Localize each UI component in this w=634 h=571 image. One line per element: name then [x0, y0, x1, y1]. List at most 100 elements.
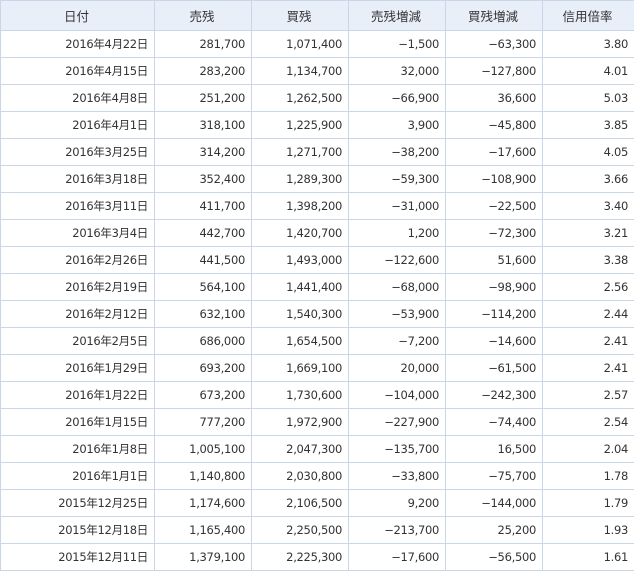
short-change-cell: −17,600	[349, 544, 446, 571]
long-balance-cell: 1,398,200	[252, 193, 349, 220]
long-change-cell: −127,800	[446, 58, 543, 85]
short-balance-cell: 1,379,100	[155, 544, 252, 571]
long-balance-cell: 2,225,300	[252, 544, 349, 571]
short-balance-cell: 564,100	[155, 274, 252, 301]
date-cell: 2016年1月22日	[1, 382, 155, 409]
table-row: 2016年1月15日777,2001,972,900−227,900−74,40…	[1, 409, 634, 436]
long-change-cell: 51,600	[446, 247, 543, 274]
margin-ratio-cell: 5.03	[543, 85, 634, 112]
long-change-cell: −242,300	[446, 382, 543, 409]
table-row: 2016年1月22日673,2001,730,600−104,000−242,3…	[1, 382, 634, 409]
long-change-cell: 36,600	[446, 85, 543, 112]
header-long-change: 買残増減	[446, 1, 543, 31]
long-change-cell: −108,900	[446, 166, 543, 193]
long-change-cell: 16,500	[446, 436, 543, 463]
long-change-cell: −74,400	[446, 409, 543, 436]
margin-ratio-cell: 4.01	[543, 58, 634, 85]
long-change-cell: −14,600	[446, 328, 543, 355]
margin-ratio-cell: 1.61	[543, 544, 634, 571]
long-change-cell: −114,200	[446, 301, 543, 328]
date-cell: 2016年3月18日	[1, 166, 155, 193]
header-row: 日付 売残 買残 売残増減 買残増減 信用倍率	[1, 1, 634, 31]
short-balance-cell: 693,200	[155, 355, 252, 382]
short-balance-cell: 281,700	[155, 31, 252, 58]
long-change-cell: −17,600	[446, 139, 543, 166]
long-balance-cell: 1,071,400	[252, 31, 349, 58]
margin-ratio-cell: 3.66	[543, 166, 634, 193]
date-cell: 2015年12月11日	[1, 544, 155, 571]
table-row: 2016年3月11日411,7001,398,200−31,000−22,500…	[1, 193, 634, 220]
long-balance-cell: 2,047,300	[252, 436, 349, 463]
margin-ratio-cell: 2.54	[543, 409, 634, 436]
table-row: 2016年1月1日1,140,8002,030,800−33,800−75,70…	[1, 463, 634, 490]
short-change-cell: −1,500	[349, 31, 446, 58]
long-balance-cell: 1,225,900	[252, 112, 349, 139]
long-balance-cell: 1,730,600	[252, 382, 349, 409]
table-row: 2016年2月12日632,1001,540,300−53,900−114,20…	[1, 301, 634, 328]
short-change-cell: −122,600	[349, 247, 446, 274]
long-balance-cell: 1,493,000	[252, 247, 349, 274]
table-row: 2016年2月5日686,0001,654,500−7,200−14,6002.…	[1, 328, 634, 355]
date-cell: 2016年2月19日	[1, 274, 155, 301]
margin-ratio-cell: 3.21	[543, 220, 634, 247]
date-cell: 2016年2月26日	[1, 247, 155, 274]
margin-ratio-cell: 1.93	[543, 517, 634, 544]
short-change-cell: −7,200	[349, 328, 446, 355]
long-balance-cell: 2,030,800	[252, 463, 349, 490]
date-cell: 2016年3月4日	[1, 220, 155, 247]
table-row: 2016年1月8日1,005,1002,047,300−135,70016,50…	[1, 436, 634, 463]
long-change-cell: −56,500	[446, 544, 543, 571]
short-change-cell: 20,000	[349, 355, 446, 382]
table-row: 2016年4月22日281,7001,071,400−1,500−63,3003…	[1, 31, 634, 58]
long-balance-cell: 1,669,100	[252, 355, 349, 382]
short-change-cell: 3,900	[349, 112, 446, 139]
table-row: 2016年2月19日564,1001,441,400−68,000−98,900…	[1, 274, 634, 301]
long-balance-cell: 2,106,500	[252, 490, 349, 517]
short-balance-cell: 411,700	[155, 193, 252, 220]
short-change-cell: 9,200	[349, 490, 446, 517]
date-cell: 2015年12月18日	[1, 517, 155, 544]
long-balance-cell: 1,134,700	[252, 58, 349, 85]
short-balance-cell: 1,140,800	[155, 463, 252, 490]
long-balance-cell: 1,262,500	[252, 85, 349, 112]
short-balance-cell: 632,100	[155, 301, 252, 328]
table-row: 2016年4月1日318,1001,225,9003,900−45,8003.8…	[1, 112, 634, 139]
margin-ratio-cell: 2.41	[543, 328, 634, 355]
table-row: 2015年12月11日1,379,1002,225,300−17,600−56,…	[1, 544, 634, 571]
short-balance-cell: 352,400	[155, 166, 252, 193]
long-change-cell: 25,200	[446, 517, 543, 544]
long-balance-cell: 1,654,500	[252, 328, 349, 355]
long-balance-cell: 2,250,500	[252, 517, 349, 544]
header-short-change: 売残増減	[349, 1, 446, 31]
margin-ratio-cell: 3.80	[543, 31, 634, 58]
short-change-cell: −66,900	[349, 85, 446, 112]
short-balance-cell: 1,005,100	[155, 436, 252, 463]
date-cell: 2016年3月25日	[1, 139, 155, 166]
short-change-cell: −68,000	[349, 274, 446, 301]
table-row: 2016年4月8日251,2001,262,500−66,90036,6005.…	[1, 85, 634, 112]
table-header: 日付 売残 買残 売残増減 買残増減 信用倍率	[1, 1, 634, 31]
margin-ratio-cell: 4.05	[543, 139, 634, 166]
long-balance-cell: 1,271,700	[252, 139, 349, 166]
margin-ratio-cell: 3.40	[543, 193, 634, 220]
long-balance-cell: 1,540,300	[252, 301, 349, 328]
header-short-balance: 売残	[155, 1, 252, 31]
long-balance-cell: 1,972,900	[252, 409, 349, 436]
short-change-cell: −227,900	[349, 409, 446, 436]
table-row: 2016年3月18日352,4001,289,300−59,300−108,90…	[1, 166, 634, 193]
short-change-cell: −135,700	[349, 436, 446, 463]
table-row: 2015年12月25日1,174,6002,106,5009,200−144,0…	[1, 490, 634, 517]
table-row: 2016年2月26日441,5001,493,000−122,60051,600…	[1, 247, 634, 274]
short-balance-cell: 1,174,600	[155, 490, 252, 517]
date-cell: 2016年4月22日	[1, 31, 155, 58]
short-change-cell: −213,700	[349, 517, 446, 544]
date-cell: 2016年3月11日	[1, 193, 155, 220]
long-change-cell: −144,000	[446, 490, 543, 517]
short-change-cell: 32,000	[349, 58, 446, 85]
short-balance-cell: 318,100	[155, 112, 252, 139]
short-change-cell: −59,300	[349, 166, 446, 193]
date-cell: 2016年2月12日	[1, 301, 155, 328]
date-cell: 2016年1月29日	[1, 355, 155, 382]
date-cell: 2016年1月8日	[1, 436, 155, 463]
margin-ratio-cell: 3.38	[543, 247, 634, 274]
